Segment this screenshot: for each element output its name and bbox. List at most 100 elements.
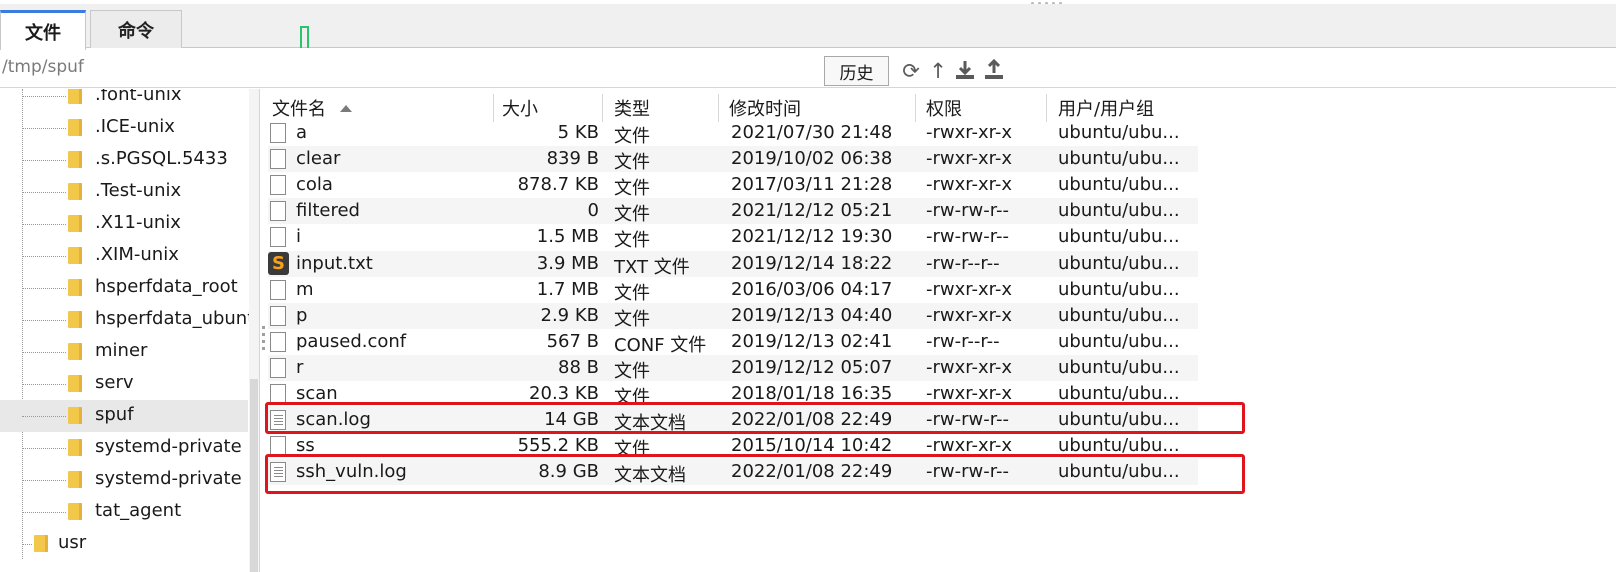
file-size: 20.3 KB bbox=[529, 383, 599, 404]
file-name: paused.conf bbox=[296, 330, 407, 352]
column-divider[interactable] bbox=[602, 94, 603, 122]
tree-item[interactable]: .Test-unix bbox=[0, 176, 248, 208]
file-type: 文件 bbox=[614, 152, 650, 174]
tree-item-label: serv bbox=[95, 372, 134, 393]
upload-icon[interactable] bbox=[982, 58, 1006, 83]
tree-branch-line bbox=[22, 128, 66, 129]
file-row[interactable]: a 5 KB 文件 2021/07/30 21:48 -rwxr-xr-x ubuntu/… bbox=[268, 120, 1198, 147]
column-header-modified[interactable]: 修改时间 bbox=[729, 94, 801, 122]
column-divider[interactable] bbox=[915, 94, 916, 122]
tree-item[interactable]: systemd-private bbox=[0, 432, 248, 464]
file-modified: 2019/12/13 04:40 bbox=[731, 304, 893, 326]
file-permissions: -rw-r--r-- bbox=[926, 252, 1000, 274]
tree-item-label: .XIM-unix bbox=[95, 244, 179, 265]
file-icon bbox=[270, 305, 286, 326]
file-name: clear bbox=[296, 148, 341, 170]
tree-item[interactable]: .font-unix bbox=[0, 89, 248, 112]
panel-splitter[interactable] bbox=[262, 326, 266, 354]
file-permissions: -rw-rw-r-- bbox=[926, 226, 1009, 248]
file-owner: ubuntu/ubu... bbox=[1058, 278, 1180, 300]
file-type: 文件 bbox=[614, 204, 650, 226]
file-row[interactable]: m 1.7 MB 文件 2016/03/06 04:17 -rwxr-xr-x ubunt… bbox=[268, 277, 1198, 304]
folder-icon bbox=[68, 503, 82, 520]
file-type: CONF 文件 bbox=[614, 334, 707, 356]
file-row[interactable]: paused.conf 567 B CONF 文件 2019/12/13 02:41 -… bbox=[268, 329, 1198, 356]
file-name: input.txt bbox=[296, 252, 373, 274]
column-divider[interactable] bbox=[718, 94, 719, 122]
tree-item-label: .font-unix bbox=[95, 89, 182, 105]
file-owner: ubuntu/ubu... bbox=[1058, 435, 1180, 457]
tree-item[interactable]: .ICE-unix bbox=[0, 112, 248, 144]
column-divider[interactable] bbox=[1046, 94, 1047, 122]
tree-branch-line bbox=[22, 192, 66, 193]
file-name: p bbox=[296, 304, 308, 326]
tree-item[interactable]: systemd-private bbox=[0, 464, 248, 496]
file-row[interactable]: clear 839 B 文件 2019/10/02 06:38 -rwxr-xr-x ub… bbox=[268, 146, 1198, 174]
path-bar: /tmp/spuf 历史 ⟳ ↑ bbox=[0, 48, 1616, 88]
tree-scrollbar-thumb[interactable] bbox=[250, 379, 258, 572]
tree-branch-line bbox=[22, 160, 66, 161]
file-row[interactable]: Sinput.txt 3.9 MB TXT 文件 2019/12/14 18:22 -r… bbox=[268, 250, 1198, 278]
folder-icon bbox=[34, 535, 48, 552]
tree-branch-line bbox=[22, 352, 66, 353]
tree-item-parent[interactable]: usr bbox=[0, 528, 248, 560]
file-modified: 2021/12/12 05:21 bbox=[731, 200, 893, 222]
column-header-type[interactable]: 类型 bbox=[614, 94, 650, 122]
directory-tree: .font-unix .ICE-unix .s.PGSQL.5433 .Test-un… bbox=[0, 89, 260, 572]
tree-item[interactable]: .s.PGSQL.5433 bbox=[0, 144, 248, 176]
file-owner: ubuntu/ubu... bbox=[1058, 356, 1180, 378]
file-row[interactable]: filtered 0 文件 2021/12/12 05:21 -rw-rw-r-- ubu… bbox=[268, 198, 1198, 226]
file-list: 文件名 大小 类型 修改时间 权限 用户/用户组 a 5 KB 文件 2021/07/… bbox=[265, 89, 1616, 572]
tab-commands[interactable]: 命令 bbox=[90, 10, 182, 49]
file-icon bbox=[270, 436, 286, 457]
column-divider[interactable] bbox=[493, 94, 494, 122]
tree-item[interactable]: hsperfdata_root bbox=[0, 272, 248, 304]
tree-item-label: hsperfdata_root bbox=[95, 276, 238, 297]
tree-item-label: spuf bbox=[95, 404, 134, 425]
tree-branch-line bbox=[22, 256, 66, 257]
folder-icon bbox=[68, 89, 82, 104]
file-row[interactable]: p 2.9 KB 文件 2019/12/13 04:40 -rwxr-xr-x ubunt… bbox=[268, 302, 1198, 330]
file-size: 555.2 KB bbox=[517, 435, 599, 457]
history-button[interactable]: 历史 bbox=[824, 56, 889, 86]
tree-item[interactable]: serv bbox=[0, 368, 248, 400]
file-row[interactable]: r 88 B 文件 2019/12/12 05:07 -rwxr-xr-x ubuntu/… bbox=[268, 354, 1198, 382]
path-input[interactable]: /tmp/spuf bbox=[2, 57, 84, 77]
tree-branch-line bbox=[22, 288, 66, 289]
tree-item[interactable]: .X11-unix bbox=[0, 208, 248, 240]
tree-item-label: .ICE-unix bbox=[95, 116, 175, 137]
tree-scrollbar[interactable] bbox=[249, 89, 259, 572]
refresh-icon[interactable]: ⟳ bbox=[899, 59, 923, 83]
file-modified: 2019/12/14 18:22 bbox=[731, 252, 893, 274]
folder-icon bbox=[68, 311, 82, 328]
download-icon[interactable] bbox=[953, 59, 977, 83]
column-header-owner[interactable]: 用户/用户组 bbox=[1058, 94, 1154, 122]
tree-item[interactable]: hsperfdata_ubuntu bbox=[0, 304, 259, 336]
file-permissions: -rwxr-xr-x bbox=[926, 356, 1013, 378]
tree-item[interactable]: tat_agent bbox=[0, 496, 248, 528]
file-icon bbox=[270, 123, 286, 143]
folder-icon bbox=[68, 151, 82, 168]
file-modified: 2019/10/02 06:38 bbox=[731, 148, 893, 170]
file-owner: ubuntu/ubu... bbox=[1058, 122, 1180, 143]
file-permissions: -rwxr-xr-x bbox=[926, 278, 1013, 300]
file-permissions: -rwxr-xr-x bbox=[926, 383, 1013, 404]
tab-files[interactable]: 文件 bbox=[0, 10, 86, 50]
tree-item-label: usr bbox=[58, 532, 87, 553]
up-arrow-icon[interactable]: ↑ bbox=[926, 59, 950, 83]
column-header-permissions[interactable]: 权限 bbox=[926, 94, 962, 122]
file-size: 567 B bbox=[546, 330, 599, 352]
file-row[interactable]: cola 878.7 KB 文件 2017/03/11 21:28 -rwxr-xr-x… bbox=[268, 172, 1198, 199]
tree-item[interactable]: miner bbox=[0, 336, 248, 368]
file-modified: 2021/07/30 21:48 bbox=[731, 122, 893, 143]
file-owner: ubuntu/ubu... bbox=[1058, 252, 1180, 274]
tree-item[interactable]: .XIM-unix bbox=[0, 240, 248, 272]
column-header-size[interactable]: 大小 bbox=[502, 94, 538, 122]
tree-item-label: .Test-unix bbox=[95, 180, 182, 201]
column-header-name[interactable]: 文件名 bbox=[272, 94, 352, 122]
file-row[interactable]: i 1.5 MB 文件 2021/12/12 19:30 -rw-rw-r-- ubunt… bbox=[268, 224, 1198, 251]
tree-item-label: hsperfdata_ubuntu bbox=[95, 308, 260, 329]
file-owner: ubuntu/ubu... bbox=[1058, 304, 1180, 326]
file-modified: 2019/12/13 02:41 bbox=[731, 330, 893, 352]
tree-item[interactable]: spuf bbox=[0, 400, 248, 432]
